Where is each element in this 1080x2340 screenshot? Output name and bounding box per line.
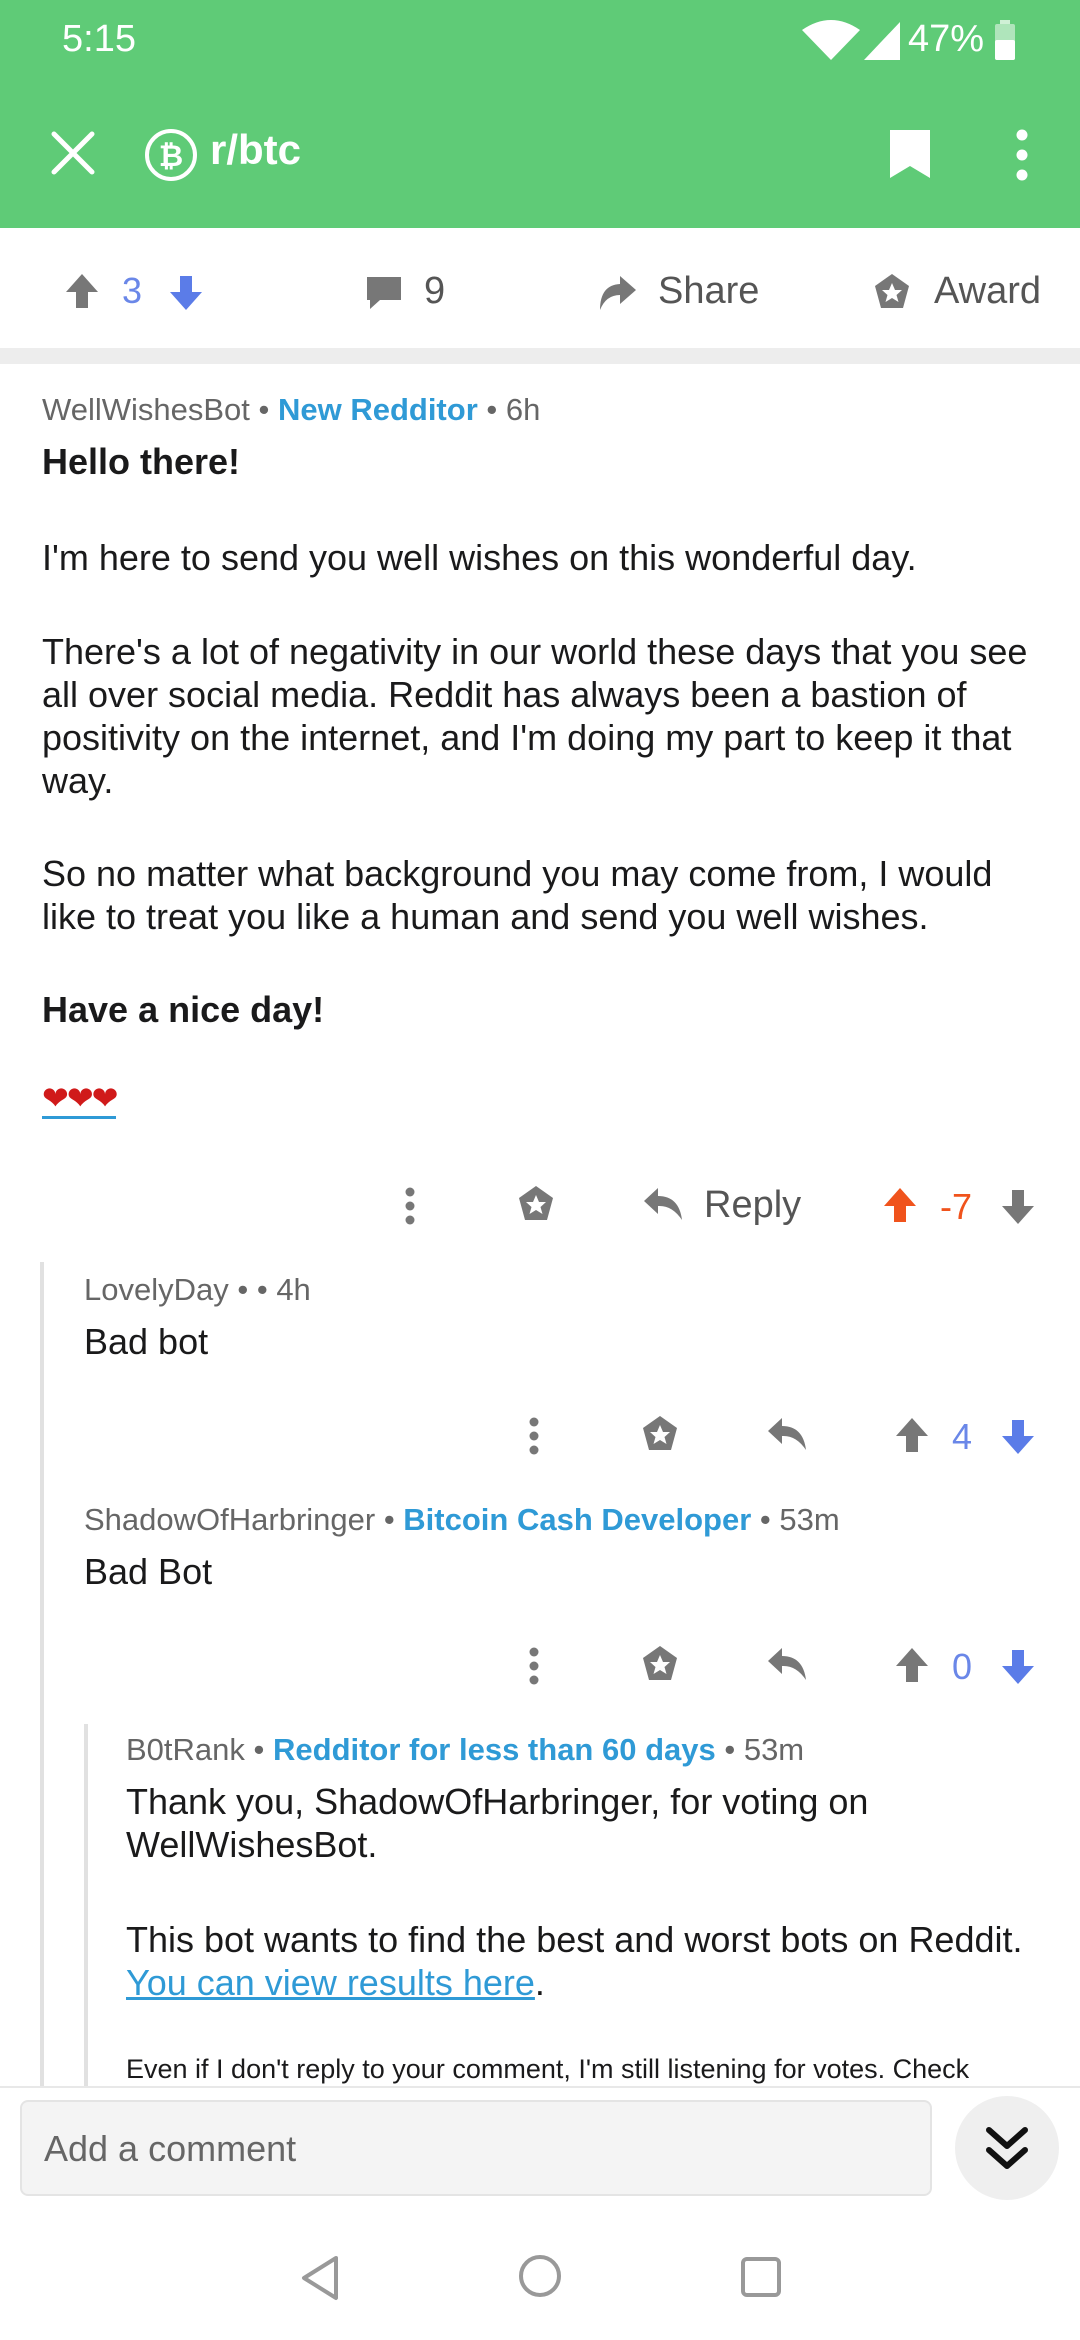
reply-icon[interactable] — [642, 1186, 684, 1222]
comment-paragraph: So no matter what background you may com… — [42, 853, 993, 937]
svg-text:₿: ₿ — [159, 139, 183, 174]
award-icon[interactable] — [640, 1644, 680, 1684]
collapse-button[interactable] — [955, 2096, 1059, 2200]
comment-score: 4 — [952, 1416, 973, 1457]
downvote-icon[interactable] — [1000, 1648, 1036, 1686]
thread-line — [84, 1724, 88, 2102]
downvote-icon[interactable] — [168, 274, 204, 312]
signal-icon — [864, 22, 900, 60]
comment-meta: LovelyDay • • 4h — [84, 1272, 311, 1307]
author-flair: New Redditor — [277, 392, 478, 427]
comment-age: 6h — [505, 392, 541, 427]
more-vertical-icon[interactable] — [522, 1416, 546, 1456]
author-flair: Redditor for less than 60 days — [273, 1732, 716, 1767]
comment-meta: WellWishesBot • New Redditor • 6h — [42, 392, 541, 427]
comment-body: Bad Bot — [84, 1551, 213, 1592]
share-label[interactable]: Share — [658, 270, 759, 313]
comment-age: 4h — [276, 1272, 311, 1307]
reply-icon[interactable] — [766, 1646, 808, 1682]
comment-paragraph: I'm here to send you well wishes on this… — [42, 537, 917, 578]
author-flair: Bitcoin Cash Developer — [403, 1502, 752, 1537]
award-icon[interactable] — [516, 1184, 556, 1224]
comment-author[interactable]: ShadowOfHarbringer — [84, 1502, 375, 1537]
award-label[interactable]: Award — [934, 270, 1041, 313]
battery-icon — [995, 20, 1015, 60]
thread-line — [40, 1262, 44, 2102]
wifi-icon — [802, 20, 860, 60]
reply-icon[interactable] — [766, 1416, 808, 1452]
comment-paragraph-text: This bot wants to find the best and wors… — [126, 1919, 1023, 1960]
composer-divider — [0, 2086, 1080, 2088]
bitcoin-icon: ₿ — [145, 129, 197, 181]
comment-age: 53m — [779, 1502, 840, 1537]
comment-icon[interactable] — [364, 274, 404, 312]
results-link[interactable]: You can view results here — [126, 1962, 535, 2003]
home-nav-icon[interactable] — [518, 2254, 562, 2298]
comment-count[interactable]: 9 — [424, 270, 445, 313]
upvote-icon[interactable] — [882, 1186, 918, 1224]
comment-paragraph: Hello there! — [42, 441, 241, 482]
share-icon[interactable] — [596, 272, 638, 312]
comment-author[interactable]: B0tRank — [126, 1732, 245, 1767]
bookmark-icon[interactable] — [888, 128, 932, 180]
downvote-icon[interactable] — [1000, 1188, 1036, 1226]
app-header: 5:15 47% ₿ r/btc — [0, 0, 1080, 228]
award-icon[interactable] — [640, 1414, 680, 1454]
section-divider — [0, 348, 1080, 364]
more-vertical-icon[interactable] — [398, 1186, 422, 1226]
more-vertical-icon[interactable] — [1010, 128, 1034, 182]
reply-label[interactable]: Reply — [704, 1184, 801, 1227]
upvote-icon[interactable] — [64, 272, 100, 310]
comment-body: Bad bot — [84, 1321, 209, 1362]
comment-paragraph: Thank you, ShadowOfHarbringer, for votin… — [126, 1781, 869, 1865]
upvote-icon[interactable] — [894, 1646, 930, 1684]
comment-paragraph: This bot wants to find the best and wors… — [126, 1919, 1023, 2003]
comment-score: 0 — [952, 1646, 973, 1687]
comment-meta: B0tRank • Redditor for less than 60 days… — [126, 1732, 805, 1767]
battery-percent: 47% — [908, 18, 985, 60]
double-chevron-down-icon — [986, 2127, 1028, 2169]
subreddit-name[interactable]: r/btc — [210, 126, 301, 174]
comment-age: 53m — [743, 1732, 805, 1767]
upvote-icon[interactable] — [894, 1416, 930, 1454]
close-icon[interactable] — [50, 130, 96, 176]
comment-meta: ShadowOfHarbringer • Bitcoin Cash Develo… — [84, 1502, 840, 1537]
comment-paragraph: There's a lot of negativity in our world… — [42, 631, 1028, 801]
comment-small-text: Even if I don't reply to your comment, I… — [126, 2054, 970, 2084]
post-score: 3 — [122, 270, 143, 311]
comment-score: -7 — [940, 1186, 973, 1227]
back-nav-icon[interactable] — [298, 2254, 342, 2302]
comment-author[interactable]: LovelyDay — [84, 1272, 229, 1307]
downvote-icon[interactable] — [1000, 1418, 1036, 1456]
comment-paragraph: Have a nice day! — [42, 989, 325, 1030]
comment-author[interactable]: WellWishesBot — [42, 392, 250, 427]
comment-input-placeholder: Add a comment — [44, 2128, 297, 2169]
status-time: 5:15 — [62, 18, 136, 60]
hearts-link[interactable]: ❤❤❤ — [42, 1080, 118, 1119]
award-icon[interactable] — [872, 272, 912, 312]
recents-nav-icon[interactable] — [740, 2256, 782, 2298]
more-vertical-icon[interactable] — [522, 1646, 546, 1686]
post-action-bar: 3 9 Share Award — [0, 228, 1080, 348]
